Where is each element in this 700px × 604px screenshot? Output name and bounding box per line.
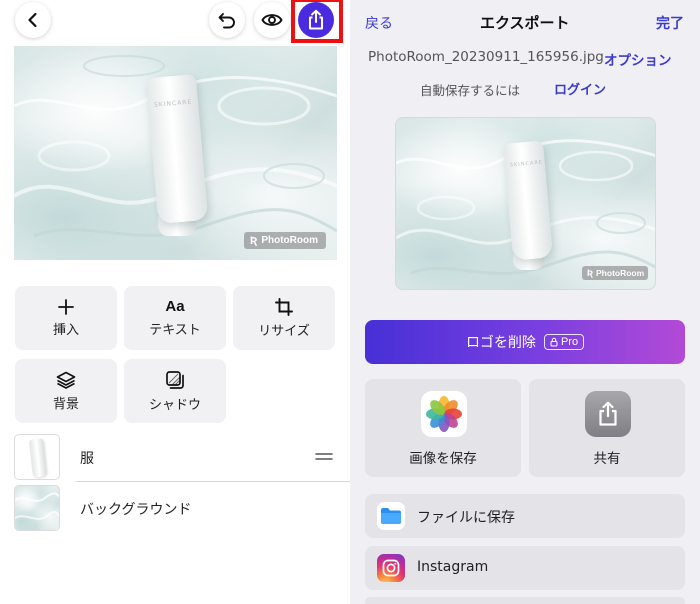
preview-button[interactable] <box>254 2 290 38</box>
tube-brand-text: SKINCARE <box>153 98 193 109</box>
remove-logo-label: ロゴを削除 <box>465 335 536 351</box>
chevron-left-icon <box>28 12 37 28</box>
photos-app-icon <box>421 391 467 437</box>
highlight-box <box>291 0 343 43</box>
text-aa-icon: Aa <box>165 298 185 315</box>
remove-logo-button[interactable]: ロゴを削除 Pro <box>365 320 685 364</box>
layer-row-clothes[interactable]: 服 <box>0 434 350 484</box>
done-button[interactable]: 完了 <box>656 13 684 33</box>
back-link[interactable]: 戻る <box>365 13 393 33</box>
options-link[interactable]: オプション <box>604 49 672 69</box>
canvas-image[interactable]: SKINCARE Ʀ PhotoRoom <box>14 46 337 260</box>
instagram-label: Instagram <box>417 559 489 575</box>
layers-icon <box>56 371 76 389</box>
insert-button[interactable]: 挿入 <box>15 286 117 350</box>
lock-icon <box>550 337 558 347</box>
undo-button[interactable] <box>209 2 245 38</box>
tube-brand-text: SKINCARE <box>509 159 544 169</box>
text-label: テキスト <box>149 323 201 338</box>
layer-label: バックグラウンド <box>80 502 192 518</box>
pro-label: Pro <box>560 336 579 348</box>
share-button[interactable]: 共有 <box>529 379 685 477</box>
share-icon <box>599 401 617 426</box>
instagram-icon <box>377 554 405 582</box>
shadow-icon <box>166 370 184 389</box>
layer-thumbnail <box>14 485 60 531</box>
shadow-button[interactable]: シャドウ <box>124 359 226 423</box>
layer-row-background[interactable]: バックグラウンド <box>0 485 350 535</box>
drag-handle-icon[interactable] <box>315 452 333 461</box>
watermark-text: PhotoRoom <box>261 235 318 246</box>
undo-icon <box>218 13 235 29</box>
layer-thumbnail <box>14 434 60 480</box>
save-to-files-label: ファイルに保存 <box>417 510 515 526</box>
insert-label: 挿入 <box>52 322 79 338</box>
page-title: エクスポート <box>480 14 570 32</box>
crop-icon <box>275 297 293 316</box>
export-preview-image: SKINCARE Ʀ PhotoRoom <box>395 117 656 290</box>
list-item[interactable] <box>365 597 685 604</box>
share-app-icon <box>585 391 631 437</box>
share-label: 共有 <box>593 451 621 467</box>
save-image-label: 画像を保存 <box>409 451 477 467</box>
login-link[interactable]: ログイン <box>554 79 606 98</box>
eye-icon <box>261 14 283 26</box>
watermark: Ʀ PhotoRoom <box>244 232 326 249</box>
shadow-label: シャドウ <box>148 397 201 413</box>
flower-icon <box>426 396 462 432</box>
instagram-button[interactable]: Instagram <box>365 546 685 590</box>
divider <box>76 481 350 482</box>
plus-icon <box>58 298 74 315</box>
editor-panel: SKINCARE Ʀ PhotoRoom 挿入 Aa テキスト リサイズ 背景 <box>0 0 350 604</box>
water-ripples <box>15 492 59 520</box>
resize-label: リサイズ <box>258 323 310 339</box>
photoroom-logo-icon: Ʀ <box>587 268 594 278</box>
photoroom-logo-icon: Ʀ <box>250 234 258 247</box>
watermark-text: PhotoRoom <box>596 268 645 278</box>
pro-badge: Pro <box>543 334 585 350</box>
filename-text: PhotoRoom_20230911_165956.jpg <box>368 49 604 65</box>
files-folder-icon <box>377 502 405 530</box>
tube-thumbnail <box>29 438 47 478</box>
resize-button[interactable]: リサイズ <box>233 286 335 350</box>
watermark: Ʀ PhotoRoom <box>582 266 648 280</box>
text-button[interactable]: Aa テキスト <box>124 286 226 350</box>
background-label: 背景 <box>52 396 79 412</box>
layer-label: 服 <box>80 451 94 467</box>
export-panel: 戻る エクスポート 完了 PhotoRoom_20230911_165956.j… <box>350 0 700 604</box>
autosave-text: 自動保存するには <box>420 83 521 98</box>
save-to-files-button[interactable]: ファイルに保存 <box>365 494 685 538</box>
save-image-button[interactable]: 画像を保存 <box>365 379 521 477</box>
back-button[interactable] <box>15 2 51 38</box>
background-button[interactable]: 背景 <box>15 359 117 423</box>
